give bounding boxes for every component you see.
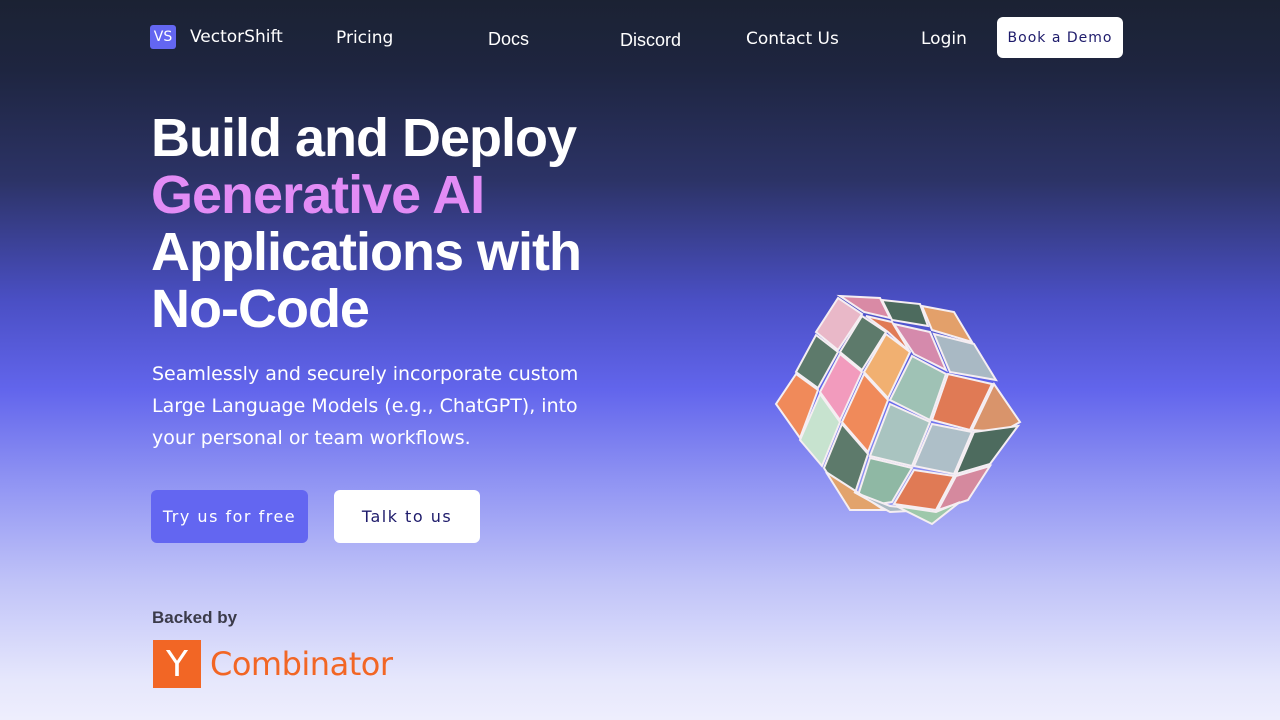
headline-line-4: No-Code: [151, 279, 370, 339]
yc-wordmark: Combinator: [210, 645, 393, 683]
nav-link-pricing[interactable]: Pricing: [336, 28, 393, 48]
headline-line-3: Applications with: [151, 222, 582, 282]
nav-link-docs[interactable]: Docs: [488, 29, 529, 50]
nav-link-login[interactable]: Login: [921, 29, 967, 49]
headline-line-2-accent: Generative AI: [151, 165, 485, 225]
book-demo-button[interactable]: Book a Demo: [997, 17, 1123, 58]
logo[interactable]: VS VectorShift: [150, 25, 283, 49]
top-navigation: VS VectorShift Pricing Docs Discord Cont…: [0, 0, 1280, 76]
logo-badge: VS: [150, 25, 176, 49]
try-free-button[interactable]: Try us for free: [151, 490, 308, 543]
hero-subtext: Seamlessly and securely incorporate cust…: [152, 363, 579, 449]
ycombinator-logo[interactable]: Y Combinator: [153, 640, 393, 688]
nav-link-contact[interactable]: Contact Us: [746, 29, 839, 49]
hero-headline: Build and Deploy Generative AI Applicati…: [151, 110, 671, 338]
logo-text: VectorShift: [190, 27, 283, 47]
backed-by-label: Backed by: [152, 608, 238, 627]
yc-letter-box: Y: [153, 640, 201, 688]
rubiks-cube-illustration: [774, 294, 1022, 526]
nav-link-discord[interactable]: Discord: [620, 30, 681, 51]
headline-line-1: Build and Deploy: [151, 108, 577, 168]
talk-to-us-button[interactable]: Talk to us: [334, 490, 480, 543]
